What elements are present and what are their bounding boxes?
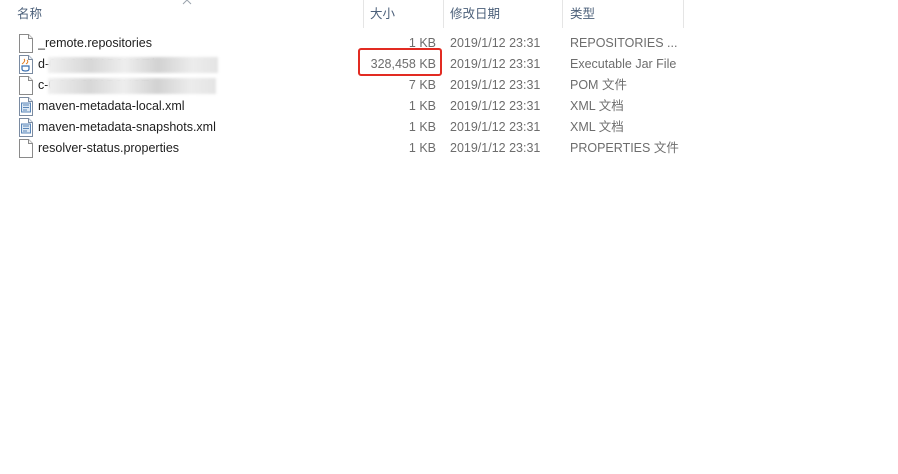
file-row[interactable]: maven-metadata-local.xml 1 KB 2019/1/12 … xyxy=(0,96,898,117)
column-header-name[interactable]: 名称 xyxy=(17,0,42,28)
column-divider[interactable] xyxy=(443,0,444,28)
file-type: XML 文档 xyxy=(570,99,624,113)
column-header-bar: 名称 大小 修改日期 类型 xyxy=(0,0,898,28)
file-row[interactable]: d-0.0.6-SNAPSHOT.jar 328,458 KB 2019/1/1… xyxy=(0,54,898,75)
file-size: 1 KB xyxy=(408,120,436,134)
file-name: _remote.repositories xyxy=(38,36,152,50)
file-size: 7 KB xyxy=(408,78,436,92)
jar-file-icon xyxy=(19,55,33,74)
file-name: maven-metadata-snapshots.xml xyxy=(38,120,216,134)
file-row[interactable]: maven-metadata-snapshots.xml 1 KB 2019/1… xyxy=(0,117,898,138)
file-type: REPOSITORIES ... xyxy=(570,36,678,50)
column-divider[interactable] xyxy=(683,0,684,28)
redaction-blur xyxy=(48,78,216,94)
sort-up-icon[interactable] xyxy=(182,0,192,6)
file-row[interactable]: resolver-status.properties 1 KB 2019/1/1… xyxy=(0,138,898,159)
file-name: maven-metadata-local.xml xyxy=(38,99,185,113)
file-size: 1 KB xyxy=(408,141,436,155)
file-modified: 2019/1/12 23:31 xyxy=(450,99,541,113)
xml-file-icon xyxy=(19,97,33,116)
file-modified: 2019/1/12 23:31 xyxy=(450,36,541,50)
file-type: PROPERTIES 文件 xyxy=(570,141,679,155)
file-size: 1 KB xyxy=(408,99,436,113)
xml-file-icon xyxy=(19,118,33,137)
column-header-size[interactable]: 大小 xyxy=(370,0,395,28)
file-row[interactable]: c-0.0.6-SNAPSHOT.pom 7 KB 2019/1/12 23:3… xyxy=(0,75,898,96)
file-type: POM 文件 xyxy=(570,78,627,92)
file-modified: 2019/1/12 23:31 xyxy=(450,78,541,92)
column-header-type[interactable]: 类型 xyxy=(570,0,595,28)
size-highlight-box xyxy=(358,48,442,76)
column-header-modified[interactable]: 修改日期 xyxy=(450,0,500,28)
column-divider[interactable] xyxy=(562,0,563,28)
generic-file-icon xyxy=(19,76,33,95)
redaction-blur xyxy=(48,57,218,73)
file-row[interactable]: _remote.repositories 1 KB 2019/1/12 23:3… xyxy=(0,33,898,54)
file-modified: 2019/1/12 23:31 xyxy=(450,57,541,71)
generic-file-icon xyxy=(19,139,33,158)
file-name: resolver-status.properties xyxy=(38,141,180,155)
file-modified: 2019/1/12 23:31 xyxy=(450,141,541,155)
file-type: Executable Jar File xyxy=(570,57,677,71)
generic-file-icon xyxy=(19,34,33,53)
file-type: XML 文档 xyxy=(570,120,624,134)
file-modified: 2019/1/12 23:31 xyxy=(450,120,541,134)
column-divider[interactable] xyxy=(363,0,364,28)
